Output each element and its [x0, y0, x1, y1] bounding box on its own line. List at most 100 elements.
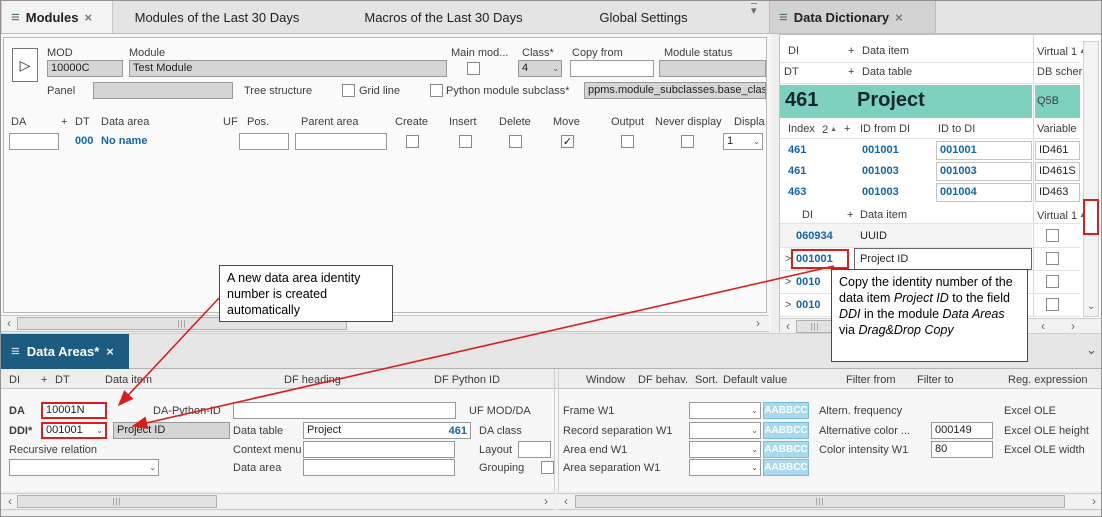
item-name-cell[interactable]: Project ID — [854, 248, 1032, 270]
add-button[interactable]: + — [848, 66, 854, 79]
frame-w1-color-swatch[interactable]: AABBCC — [763, 402, 809, 419]
da-field[interactable]: 10001N — [41, 402, 107, 419]
menu-icon[interactable]: ≡ — [779, 9, 788, 26]
class-dropdown[interactable]: 4 ⌄ — [518, 60, 562, 77]
link-variable-cell[interactable]: ID461 — [1035, 141, 1080, 160]
link-col-index[interactable]: Index — [788, 123, 815, 136]
virtual-checkbox[interactable] — [1046, 252, 1059, 265]
link-index[interactable]: 461 — [788, 144, 806, 157]
close-icon[interactable]: × — [85, 10, 93, 25]
item-di[interactable]: 001001 — [796, 253, 833, 266]
link-to-cell[interactable]: 001001 — [936, 141, 1032, 160]
selected-table-name[interactable]: Project — [857, 89, 925, 112]
virtual-checkbox[interactable] — [1046, 298, 1059, 311]
never-display-checkbox[interactable] — [681, 135, 694, 148]
output-checkbox[interactable] — [621, 135, 634, 148]
tab-data-areas[interactable]: ≡ Data Areas* × — [1, 334, 129, 369]
link-variable-cell[interactable]: ID461S — [1035, 162, 1080, 181]
link-to-cell[interactable]: 001004 — [936, 183, 1032, 202]
item-di[interactable]: 060934 — [796, 230, 833, 243]
item-name[interactable]: UUID — [860, 230, 887, 243]
area-separation-color-swatch[interactable]: AABBCC — [763, 459, 809, 476]
context-menu-field[interactable] — [303, 441, 455, 458]
python-subclass-field[interactable]: ppms.module_subclasses.base_clas — [584, 82, 766, 99]
virtual-checkbox[interactable] — [1046, 275, 1059, 288]
row-data-area-value[interactable]: No name — [101, 135, 147, 148]
add-button[interactable]: + — [847, 209, 853, 222]
tab-overflow-icon[interactable]: ▾ — [751, 3, 757, 17]
tab-macros-last-30-days[interactable]: Macros of the Last 30 Days — [321, 1, 566, 33]
selected-table-schema[interactable]: Q5B — [1037, 95, 1059, 108]
menu-icon[interactable]: ≡ — [11, 9, 20, 26]
scroll-right-icon[interactable]: › — [541, 495, 551, 508]
expand-icon[interactable]: > — [785, 299, 791, 312]
close-icon[interactable]: × — [895, 10, 903, 25]
scroll-left-icon[interactable]: ‹ — [561, 495, 571, 508]
add-button[interactable]: + — [41, 374, 47, 387]
mod-field[interactable]: 10000C — [47, 60, 123, 77]
display-dropdown[interactable]: 1 ⌄ — [723, 133, 763, 150]
scroll-right-icon[interactable]: › — [1068, 320, 1078, 333]
area-end-color-swatch[interactable]: AABBCC — [763, 441, 809, 458]
alternative-color-field[interactable]: 000149 — [931, 422, 993, 439]
expand-icon[interactable]: > — [785, 276, 791, 289]
link-from[interactable]: 001003 — [862, 186, 899, 199]
pos-field[interactable] — [239, 133, 289, 150]
bottom-left-hscrollbar[interactable]: ‹ ||| › — [1, 493, 555, 510]
virtual-checkbox[interactable] — [1046, 229, 1059, 242]
record-separation-dropdown[interactable]: ⌄ — [689, 422, 761, 439]
scroll-right-icon[interactable]: › — [753, 317, 763, 330]
ddi-dropdown[interactable]: 001001 ⌄ — [41, 422, 107, 439]
delete-checkbox[interactable] — [509, 135, 522, 148]
recursive-relation-dropdown[interactable]: ⌄ — [9, 459, 159, 476]
area-separation-dropdown[interactable]: ⌄ — [689, 459, 761, 476]
scroll-left-icon[interactable]: ‹ — [1038, 320, 1048, 333]
dd-col-virtual[interactable]: Virtual 1▲ — [1037, 45, 1086, 59]
link-from[interactable]: 001003 — [862, 165, 899, 178]
scrollbar-thumb[interactable]: ||| — [575, 495, 1065, 508]
scroll-left-icon[interactable]: ‹ — [783, 320, 793, 333]
tab-data-dictionary[interactable]: ≡ Data Dictionary × — [769, 1, 936, 33]
data-area-field[interactable] — [303, 459, 455, 476]
link-col-sort[interactable]: 2▲ — [822, 123, 837, 137]
item-di[interactable]: 0010 — [796, 299, 820, 312]
da-python-id-field[interactable] — [233, 402, 456, 419]
link-index[interactable]: 463 — [788, 186, 806, 199]
module-status-field[interactable] — [659, 60, 766, 77]
grid-line-checkbox[interactable] — [342, 84, 355, 97]
scrollbar-thumb[interactable]: ||| — [796, 320, 834, 333]
scroll-left-icon[interactable]: ‹ — [5, 495, 15, 508]
move-checkbox[interactable]: ✓ — [561, 135, 574, 148]
tab-global-settings[interactable]: Global Settings — [566, 1, 721, 33]
grouping-checkbox[interactable] — [541, 461, 554, 474]
add-button[interactable]: + — [61, 116, 67, 129]
item-di[interactable]: 0010 — [796, 276, 820, 289]
vscrollbar-thumb-highlight[interactable] — [1083, 199, 1099, 235]
close-icon[interactable]: × — [106, 344, 114, 359]
color-intensity-field[interactable]: 80 — [931, 441, 993, 458]
insert-checkbox[interactable] — [459, 135, 472, 148]
row-dt-value[interactable]: 000 — [75, 135, 93, 148]
module-name-field[interactable]: Test Module — [129, 60, 447, 77]
selected-table-id[interactable]: 461 — [785, 89, 818, 112]
parent-area-field[interactable] — [295, 133, 387, 150]
data-table-field[interactable]: Project 461 — [303, 422, 471, 439]
copy-from-field[interactable] — [570, 60, 654, 77]
run-module-button[interactable]: ▷ — [12, 48, 38, 82]
ddi-item-name-field[interactable]: Project ID — [113, 422, 230, 439]
bottom-right-hscrollbar[interactable]: ‹ ||| › — [557, 493, 1102, 510]
python-subclass-checkbox[interactable] — [430, 84, 443, 97]
scroll-right-icon[interactable]: › — [1089, 495, 1099, 508]
chevron-down-icon[interactable]: ⌄ — [1087, 301, 1095, 312]
tab-modules-last-30-days[interactable]: Modules of the Last 30 Days — [113, 1, 321, 33]
main-module-checkbox[interactable] — [467, 62, 480, 75]
create-checkbox[interactable] — [406, 135, 419, 148]
area-end-dropdown[interactable]: ⌄ — [689, 441, 761, 458]
tab-modules[interactable]: ≡ Modules × — [1, 1, 113, 33]
add-button[interactable]: + — [848, 45, 854, 58]
record-separation-color-swatch[interactable]: AABBCC — [763, 422, 809, 439]
link-variable-cell[interactable]: ID463 — [1035, 183, 1080, 202]
layout-field[interactable] — [518, 441, 551, 458]
da-id-field[interactable] — [9, 133, 59, 150]
link-from[interactable]: 001001 — [862, 144, 899, 157]
